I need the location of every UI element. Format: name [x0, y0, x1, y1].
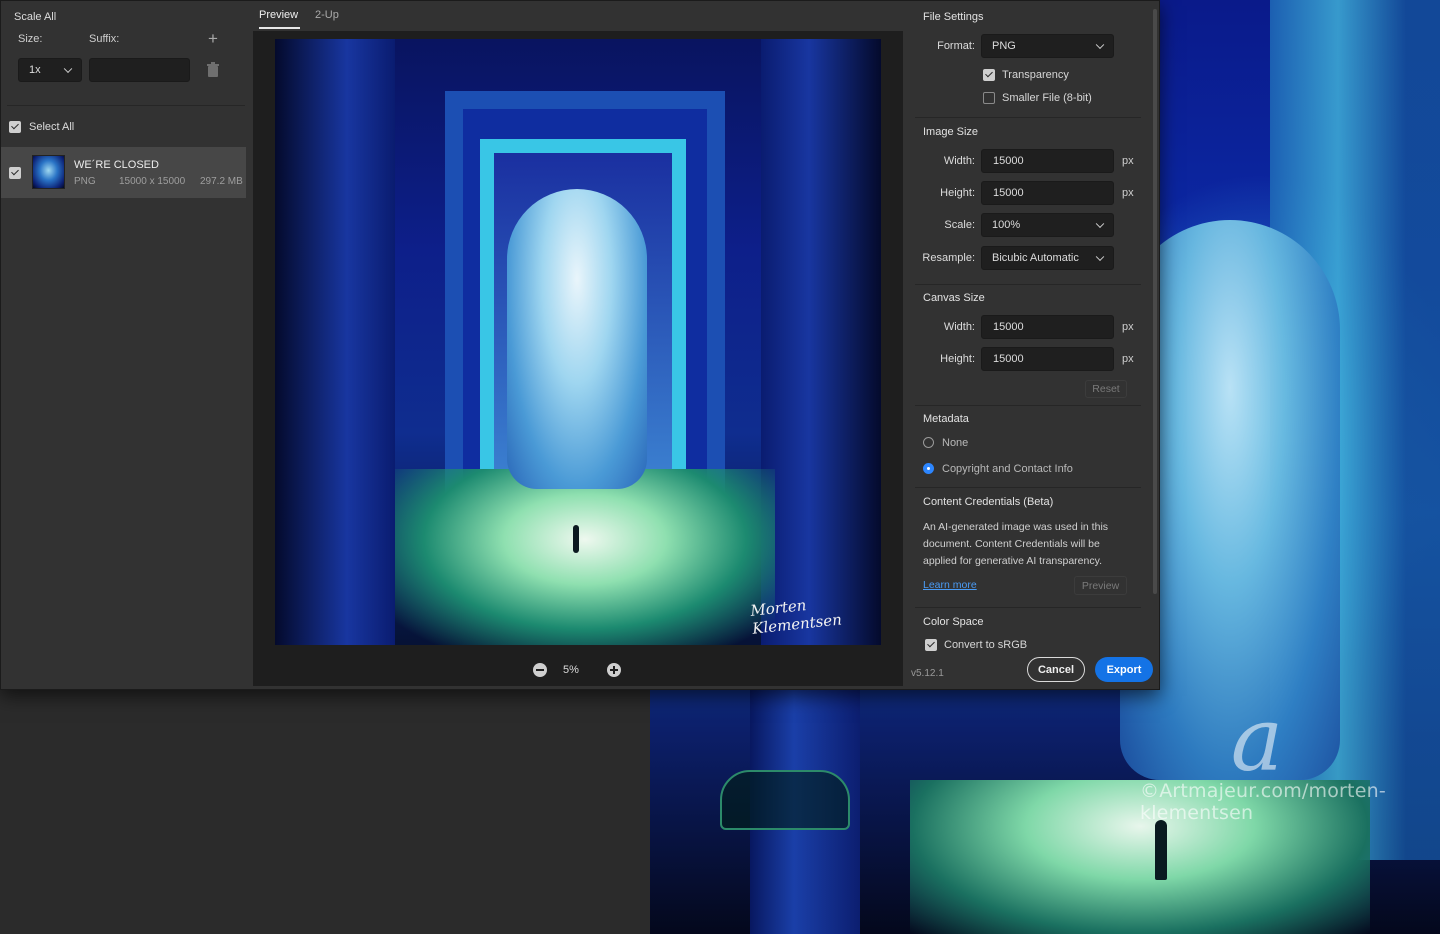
smaller-file-label: Smaller File (8-bit)	[1002, 92, 1092, 104]
version-label: v5.12.1	[911, 668, 944, 679]
metadata-copyright-radio[interactable]	[923, 463, 934, 474]
select-all-checkbox[interactable]	[9, 121, 21, 133]
size-select-value: 1x	[29, 64, 41, 76]
divider	[7, 105, 245, 106]
metadata-copyright-label: Copyright and Contact Info	[942, 463, 1073, 475]
size-select[interactable]: 1x	[18, 58, 82, 82]
image-width-input[interactable]: 15000	[981, 149, 1114, 173]
preview-person	[573, 525, 579, 553]
scale-label: Scale:	[944, 219, 975, 231]
canvas-height-label: Height:	[940, 353, 975, 365]
transparency-label: Transparency	[1002, 69, 1069, 81]
cancel-button[interactable]: Cancel	[1027, 657, 1085, 682]
asset-checkbox[interactable]	[9, 167, 21, 179]
zoom-in-icon[interactable]	[607, 663, 621, 677]
preview-polar-bear	[507, 189, 647, 489]
image-width-unit: px	[1122, 155, 1134, 167]
asset-name: WE´RE CLOSED	[74, 159, 159, 171]
select-all-label: Select All	[29, 121, 75, 133]
tab-2-up[interactable]: 2-Up	[315, 9, 339, 21]
divider	[915, 487, 1141, 488]
chevron-down-icon	[1095, 40, 1105, 50]
resample-label: Resample:	[922, 252, 975, 264]
image-width-label: Width:	[943, 155, 975, 167]
chevron-down-icon	[63, 64, 73, 74]
canvas-width-input[interactable]: 15000	[981, 315, 1114, 339]
canvas-height-input[interactable]: 15000	[981, 347, 1114, 371]
asset-file-size: 297.2 MB	[200, 176, 243, 187]
settings-scrollbar[interactable]	[1153, 9, 1157, 594]
chevron-down-icon	[1095, 252, 1105, 262]
scale-select[interactable]: 100%	[981, 213, 1114, 237]
image-height-label: Height:	[940, 187, 975, 199]
scale-all-label: Scale All	[14, 11, 57, 23]
learn-more-link[interactable]: Learn more	[923, 579, 977, 591]
format-select-value: PNG	[992, 40, 1016, 52]
artwork-person	[1155, 820, 1167, 880]
content-credentials-line-2: document. Content Credentials will be	[923, 538, 1100, 550]
metadata-title: Metadata	[923, 413, 969, 425]
transparency-checkbox[interactable]	[983, 69, 995, 81]
trash-icon[interactable]	[205, 62, 221, 78]
content-credentials-line-1: An AI-generated image was used in this	[923, 521, 1109, 533]
preview-wall-left	[275, 39, 395, 645]
suffix-label: Suffix:	[89, 33, 120, 45]
color-space-title: Color Space	[923, 616, 984, 628]
tab-preview[interactable]: Preview	[259, 9, 298, 21]
image-size-title: Image Size	[923, 126, 979, 138]
asset-dimensions: 15000 x 15000	[119, 176, 186, 187]
reset-button[interactable]: Reset	[1085, 380, 1127, 398]
chevron-down-icon	[1095, 219, 1105, 229]
divider	[915, 405, 1141, 406]
convert-srgb-label: Convert to sRGB	[944, 639, 1028, 651]
content-credentials-title: Content Credentials (Beta)	[923, 496, 1054, 508]
divider	[915, 284, 1141, 285]
canvas-size-title: Canvas Size	[923, 292, 985, 304]
metadata-none-radio[interactable]	[923, 437, 934, 448]
export-button[interactable]: Export	[1095, 657, 1153, 682]
preview-floor-glow	[395, 469, 775, 645]
format-label: Format:	[937, 40, 975, 52]
canvas-width-label: Width:	[943, 321, 975, 333]
preview-wall-right	[761, 39, 881, 645]
format-select[interactable]: PNG	[981, 34, 1114, 58]
divider	[915, 117, 1141, 118]
suffix-input[interactable]	[89, 58, 190, 82]
smaller-file-checkbox[interactable]	[983, 92, 995, 104]
scale-select-value: 100%	[992, 219, 1021, 231]
content-credentials-preview-button[interactable]: Preview	[1074, 576, 1127, 595]
add-scale-icon[interactable]: +	[205, 30, 221, 47]
zoom-level: 5%	[563, 664, 579, 676]
metadata-none-label: None	[942, 437, 969, 449]
file-settings-title: File Settings	[923, 11, 984, 23]
artwork-car	[720, 770, 850, 830]
canvas-width-unit: px	[1122, 321, 1134, 333]
resample-select-value: Bicubic Automatic	[992, 252, 1079, 264]
export-as-dialog: Scale All Size: Suffix: + 1x Select All …	[0, 0, 1160, 690]
watermark-text: ©Artmajeur.com/morten-klementsen	[1140, 780, 1386, 824]
canvas-height-unit: px	[1122, 353, 1134, 365]
asset-thumbnail	[32, 155, 65, 189]
zoom-out-icon[interactable]	[533, 663, 547, 677]
scale-panel: Scale All Size: Suffix: + 1x Select All …	[1, 1, 251, 689]
image-height-unit: px	[1122, 187, 1134, 199]
convert-srgb-checkbox[interactable]	[925, 639, 937, 651]
image-height-input[interactable]: 15000	[981, 181, 1114, 205]
size-label: Size:	[18, 33, 43, 45]
preview-image: Morten Klementsen	[275, 39, 881, 645]
asset-format: PNG	[74, 176, 96, 187]
resample-select[interactable]: Bicubic Automatic	[981, 246, 1114, 270]
content-credentials-line-3: applied for generative AI transparency.	[923, 555, 1102, 567]
artmajeur-logo: a	[1230, 688, 1284, 791]
preview-tabs: Preview 2-Up	[253, 1, 903, 31]
divider	[915, 607, 1141, 608]
active-tab-indicator	[259, 27, 300, 29]
